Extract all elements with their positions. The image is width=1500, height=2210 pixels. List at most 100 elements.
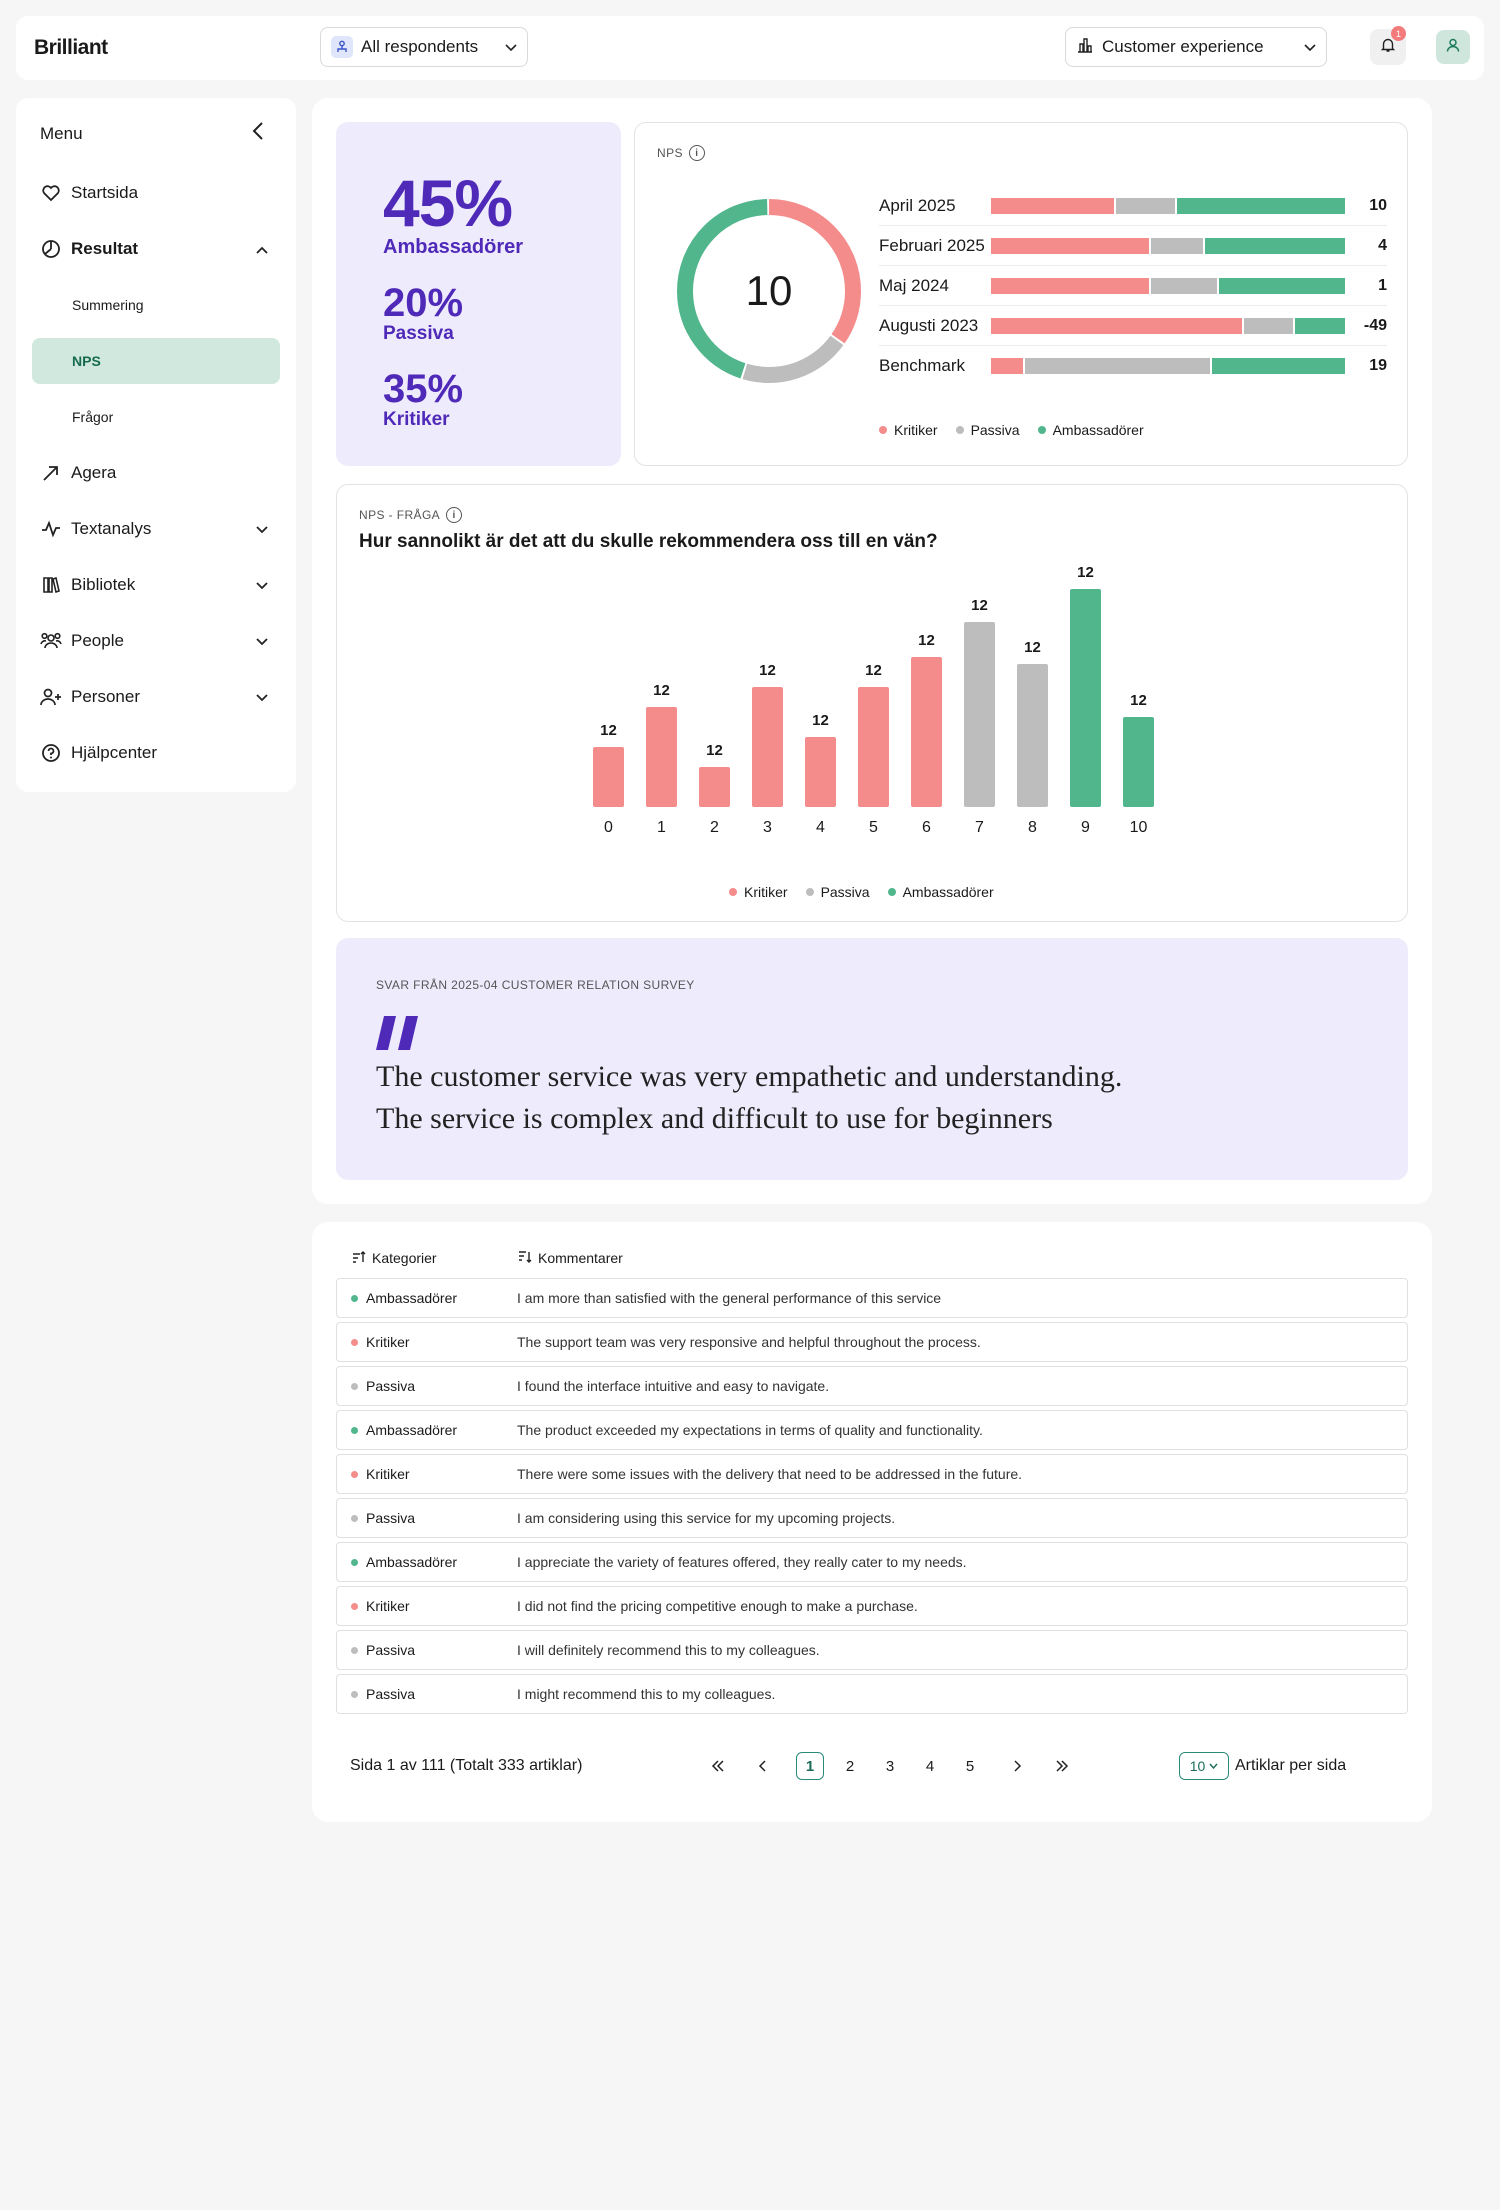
page-button-2[interactable]: 2 [836,1752,864,1780]
bar-9[interactable] [1070,589,1101,807]
last-page-button[interactable] [1048,1752,1076,1780]
sidebar-item-startsida[interactable]: Startsida [32,170,280,216]
legend-dot-passives [805,888,814,896]
bar-5[interactable] [858,687,889,807]
comment-cell: The product exceeded my expectations in … [517,1422,983,1438]
category-label: Passiva [366,1510,416,1526]
legend-label: Passiva [820,884,870,900]
info-icon[interactable]: i [446,507,463,523]
column-header-categories[interactable]: Kategorier [352,1250,437,1266]
info-icon[interactable]: i [688,145,705,161]
comment-cell: I am more than satisfied with the genera… [517,1290,942,1306]
table-row[interactable]: Passiva I might recommend this to my coll… [336,1674,1408,1714]
sidebar-subitem-fragor[interactable]: Frågor [32,394,280,440]
sidebar-subitem-summering[interactable]: Summering [32,282,280,328]
x-tick-label: 0 [604,819,613,836]
bar-2[interactable] [699,767,730,807]
sidebar-item-people[interactable]: People [32,618,280,664]
sidebar-item-label: Personer [71,687,140,706]
bar-3[interactable] [752,687,783,807]
category-cell: Ambassadörer [337,1290,517,1306]
first-page-button[interactable] [704,1752,732,1780]
bar-segment-critics [991,277,1149,294]
bar-0[interactable] [593,747,624,807]
page-button-4[interactable]: 4 [916,1752,944,1780]
bar-7[interactable] [964,622,995,807]
bar-8[interactable] [1017,664,1048,807]
comment-cell: I did not find the pricing competitive e… [517,1598,918,1614]
category-cell: Kritiker [337,1466,517,1482]
passives-label: Passiva [383,323,454,344]
nps-history-value: 10 [1369,196,1387,214]
next-page-button[interactable] [1004,1752,1032,1780]
table-row[interactable]: Passiva I found the interface intuitive a… [336,1366,1408,1406]
bar-value-label: 12 [812,712,829,729]
per-page-select[interactable]: 10 [1179,1752,1229,1780]
user-icon [1445,37,1461,58]
table-row[interactable]: Passiva I am considering using this servi… [336,1498,1408,1538]
sidebar-item-hjalpcenter[interactable]: Hjälpcenter [32,730,280,776]
nps-card: NPS i 10 April 2025 10 Februari 2025 4 Maj 2… [634,122,1408,466]
sidebar-item-personer[interactable]: Personer [32,674,280,720]
respondents-select[interactable]: All respondents [320,27,528,67]
sidebar-item-bibliotek[interactable]: Bibliotek [32,562,280,608]
nps-donut: 10 [671,193,867,389]
category-cell: Ambassadörer [337,1422,517,1438]
category-dot [351,1294,358,1302]
x-tick-label: 10 [1130,819,1148,836]
critics-label: Kritiker [383,409,450,430]
help-icon [40,742,62,764]
table-row[interactable]: Kritiker I did not find the pricing compe… [336,1586,1408,1626]
sidebar-item-label: People [71,631,124,650]
user-avatar-button[interactable] [1436,30,1470,64]
score-distribution-chart: 12 0 12 1 12 2 12 3 12 4 12 5 12 6 12 7 12 8 12 9 12 10 [593,565,1154,836]
bar-1[interactable] [646,707,677,807]
comment-cell: There were some issues with the delivery… [517,1466,1023,1482]
bar-4[interactable] [805,737,836,807]
nps-history-row: Benchmark 19 [879,346,1387,386]
table-row[interactable]: Ambassadörer I appreciate the variety of … [336,1542,1408,1582]
collapse-menu-button[interactable] [252,122,264,146]
nps-history-label: Februari 2025 [879,235,985,255]
legend-label: Kritiker [894,422,938,438]
prev-page-button[interactable] [748,1752,776,1780]
x-tick-label: 1 [657,819,666,836]
sidebar-subitem-nps[interactable]: NPS [32,338,280,384]
page-button-5[interactable]: 5 [956,1752,984,1780]
table-row[interactable]: Ambassadörer I am more than satisfied wit… [336,1278,1408,1318]
category-dot [351,1690,358,1698]
table-row[interactable]: Passiva I will definitely recommend this … [336,1630,1408,1670]
notifications-button[interactable]: 1 [1370,26,1406,65]
x-tick-label: 7 [975,819,984,836]
sidebar-item-textanalys[interactable]: Textanalys [32,506,280,552]
x-tick-label: 3 [763,819,772,836]
column-header-comments[interactable]: Kommentarer [518,1250,623,1266]
sidebar-item-agera[interactable]: Agera [32,450,280,496]
table-row[interactable]: Kritiker There were some issues with the … [336,1454,1408,1494]
bar-value-label: 12 [759,662,776,679]
nps-caption: NPS i [657,145,705,161]
bar-6[interactable] [911,657,942,807]
category-dot [351,1426,358,1434]
chevron-left-icon [758,1760,766,1772]
category-cell: Passiva [337,1642,517,1658]
app-logo[interactable]: Brilliant [34,36,108,60]
sidebar-item-label: Agera [71,463,117,482]
nps-score: 10 [745,267,793,314]
sidebar-item-resultat[interactable]: Resultat [32,226,280,272]
category-cell: Passiva [337,1378,517,1394]
bar-segment-ambassadors [1295,317,1346,334]
comment-cell: I will definitely recommend this to my c… [517,1642,820,1658]
page-button-3[interactable]: 3 [876,1752,904,1780]
sidebar-item-label: Startsida [71,183,139,202]
bar-value-label: 12 [918,632,935,649]
pagination: Sida 1 av 111 (Totalt 333 artiklar) 1 2 … [336,1750,1408,1782]
respondents-icon [331,36,353,58]
bar-10[interactable] [1123,717,1154,807]
table-row[interactable]: Kritiker The support team was very respon… [336,1322,1408,1362]
page-button-1[interactable]: 1 [796,1752,824,1780]
double-chevron-left-icon [711,1760,724,1772]
table-row[interactable]: Ambassadörer The product exceeded my expe… [336,1410,1408,1450]
area-select[interactable]: Customer experience [1065,27,1327,67]
bar-chart-icon [1076,36,1094,59]
